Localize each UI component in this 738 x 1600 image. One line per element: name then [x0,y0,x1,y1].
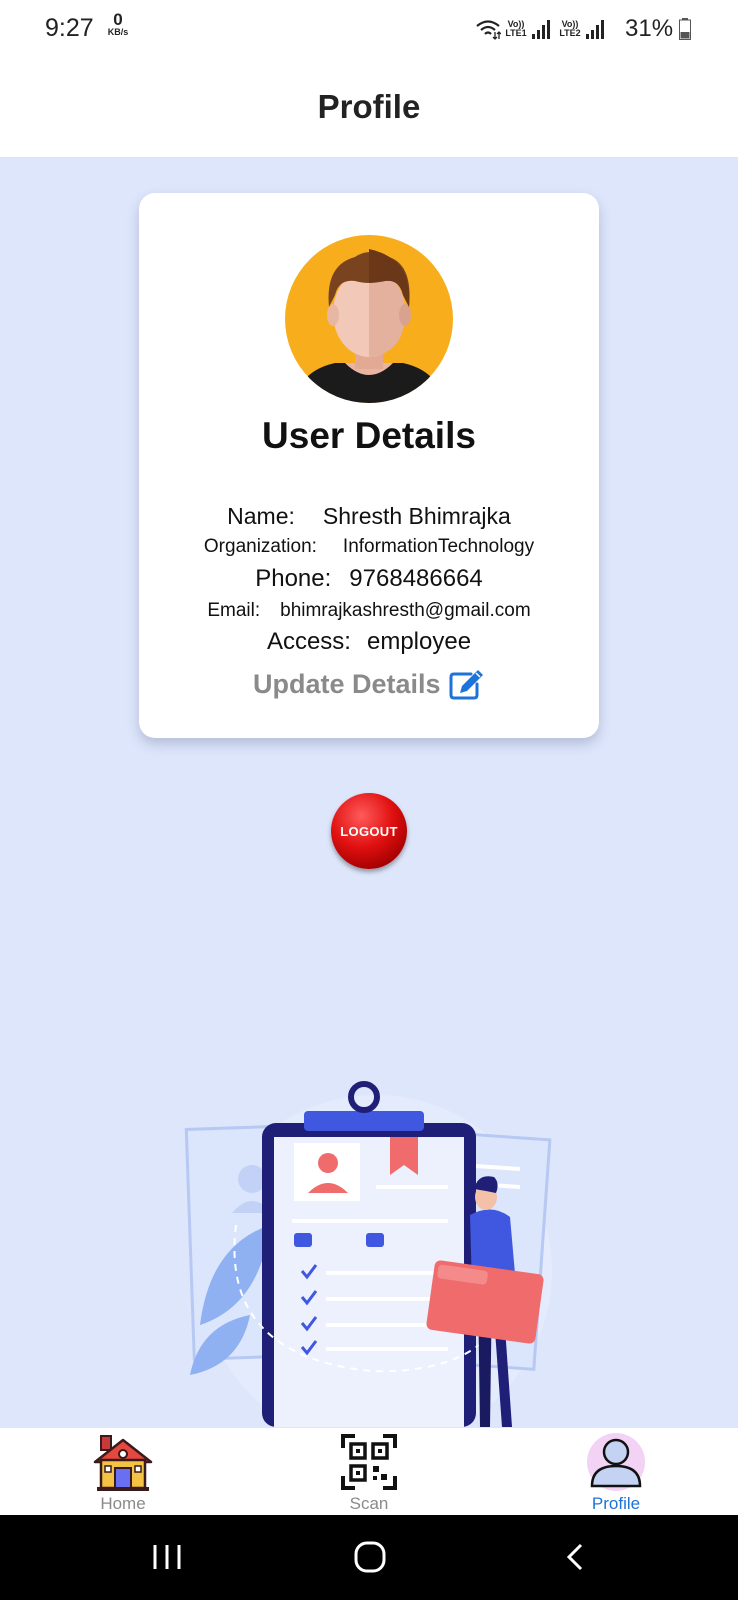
page-title: Profile [317,88,421,125]
phone-row: Phone: 9768486664 [139,565,599,593]
home-icon [93,1435,153,1491]
nav-profile-label: Profile [591,1494,641,1513]
update-details-label: Update Details [253,668,441,699]
phone-value: 9768486664 [349,565,483,592]
recent-apps-icon[interactable] [147,1537,191,1577]
email-label: Email: [207,600,261,621]
email-value: bhimrajkashresth@gmail.com [280,600,531,621]
organization-label: Organization: [203,536,317,557]
name-label: Name: [227,503,295,529]
phone-label: Phone: [255,565,332,592]
access-label: Access: [266,628,351,655]
network-speed-unit: KB/s [107,27,129,37]
logout-label: LOGOUT [340,823,398,839]
access-value: employee [366,628,472,655]
nav-home-label: Home [100,1494,146,1513]
organization-row: Organization: InformationTechnology [139,536,599,558]
system-navigation-bar [0,1515,738,1600]
nav-home[interactable]: Home [63,1428,183,1516]
status-icons: Vo)) LTE1 Vo)) LTE2 [475,16,605,42]
home-circle-icon[interactable] [348,1537,392,1577]
sim1-label: Vo)) LTE1 [505,19,527,38]
battery-percent: 31% [625,15,674,42]
user-details-heading: User Details [262,415,476,456]
app-header: Profile [0,56,738,158]
logout-button[interactable]: LOGOUT [331,793,407,869]
avatar [285,235,453,403]
sim2-label: Vo)) LTE2 [559,19,581,38]
name-value: Shresth Bhimrajka [322,503,511,529]
user-details-card: User Details Name: Shresth Bhimrajka Orga… [139,193,599,738]
access-row: Access: employee [139,628,599,656]
email-row: Email: bhimrajkashresth@gmail.com [139,600,599,622]
back-icon[interactable] [555,1537,599,1577]
organization-value: InformationTechnology [342,536,535,557]
status-bar: 9:27 0 KB/s Vo)) LTE1 Vo)) LTE2 31% [0,0,738,56]
network-speed: 0 KB/s [103,11,133,37]
name-row: Name: Shresth Bhimrajka [139,503,599,530]
signal-strength-2-icon [586,20,604,39]
nav-scan-label: Scan [349,1494,389,1513]
nav-profile[interactable]: Profile [556,1428,676,1516]
edit-icon [449,670,483,700]
wifi-icon [476,20,501,40]
signal-strength-1-icon [532,20,550,39]
battery-icon [679,18,691,40]
status-time: 9:27 [45,14,94,42]
bottom-navigation: Home Scan Profile [0,1427,738,1515]
qr-scan-icon [341,1434,397,1490]
profile-icon [587,1433,645,1491]
profile-illustration [184,1081,552,1427]
update-details-button[interactable]: Update Details [253,668,485,700]
nav-scan[interactable]: Scan [309,1428,429,1516]
